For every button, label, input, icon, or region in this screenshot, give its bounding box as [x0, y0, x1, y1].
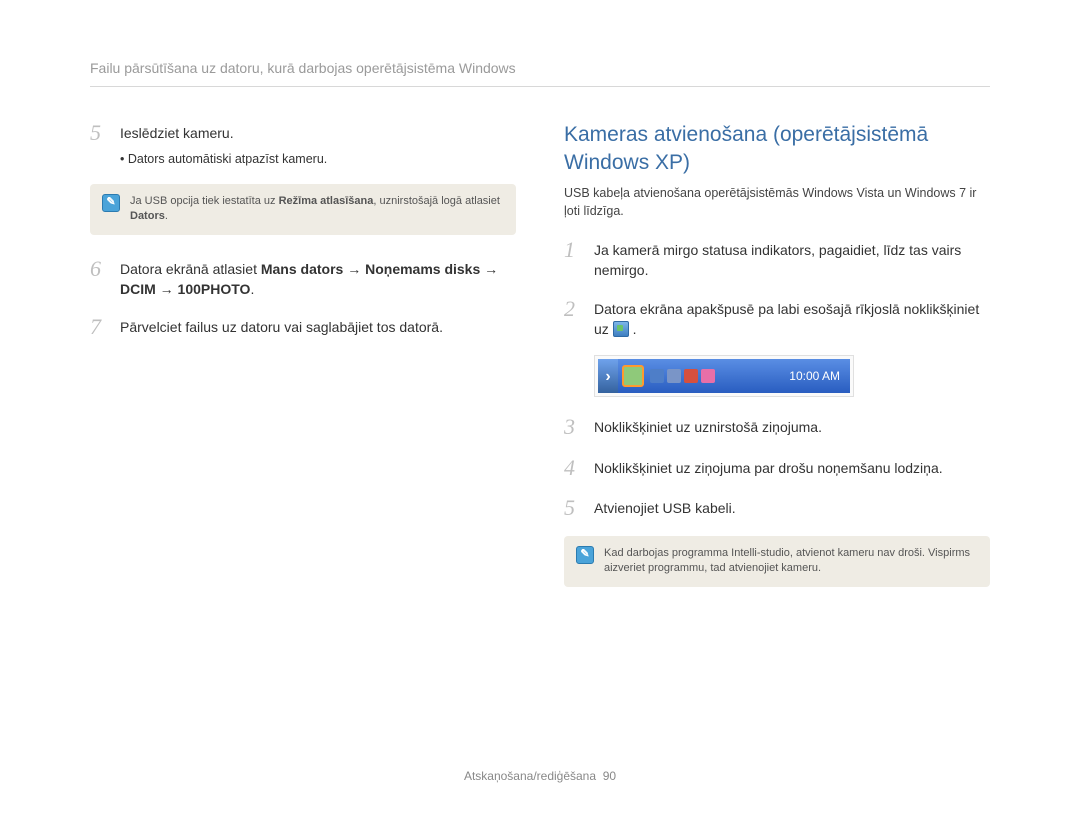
step-number: 6 — [90, 257, 110, 300]
safely-remove-icon — [613, 321, 629, 337]
step-6: 6 Datora ekrānā atlasiet Mans dators → N… — [90, 257, 516, 300]
tray-icon — [650, 369, 664, 383]
step-number: 7 — [90, 315, 110, 339]
page-header: Failu pārsūtīšana uz datoru, kurā darboj… — [90, 58, 990, 87]
step-7: 7 Pārvelciet failus uz datoru vai saglab… — [90, 315, 516, 339]
step-2: 2 Datora ekrāna apakšpusē pa labi esošaj… — [564, 297, 990, 340]
step-4: 4 Noklikšķiniet uz ziņojuma par drošu no… — [564, 456, 990, 480]
step-text: Atvienojiet USB kabeli. — [594, 496, 990, 520]
tray-icon — [667, 369, 681, 383]
step-3: 3 Noklikšķiniet uz uznirstošā ziņojuma. — [564, 415, 990, 439]
step-5: 5 Ieslēdziet kameru. Dators automātiski … — [90, 121, 516, 167]
step-number: 5 — [564, 496, 584, 520]
note-box-1: ✎ Ja USB opcija tiek iestatīta uz Režīma… — [90, 184, 516, 235]
step-number: 4 — [564, 456, 584, 480]
step-text: Datora ekrānā atlasiet Mans dators → Noņ… — [120, 257, 516, 300]
step-5-right: 5 Atvienojiet USB kabeli. — [564, 496, 990, 520]
step-text: Datora ekrāna apakšpusē pa labi esošajā … — [594, 297, 990, 340]
section-title: Kameras atvienošana (operētājsistēmā Win… — [564, 121, 990, 176]
info-icon: ✎ — [102, 194, 120, 212]
page-footer: Atskaņošana/rediģēšana 90 — [0, 768, 1080, 785]
step-1: 1 Ja kamerā mirgo statusa indikators, pa… — [564, 238, 990, 281]
note-box-2: ✎ Kad darbojas programma Intelli-studio,… — [564, 536, 990, 587]
step-text: Ieslēdziet kameru. — [120, 125, 234, 141]
tray-icon — [684, 369, 698, 383]
left-column: 5 Ieslēdziet kameru. Dators automātiski … — [90, 121, 516, 608]
step-number: 1 — [564, 238, 584, 281]
step-text: Noklikšķiniet uz uznirstošā ziņojuma. — [594, 415, 990, 439]
note-text: Kad darbojas programma Intelli-studio, a… — [604, 546, 978, 577]
tray-icons — [650, 369, 715, 383]
step-text: Ja kamerā mirgo statusa indikators, paga… — [594, 238, 990, 281]
step-text: Pārvelciet failus uz datoru vai saglabāj… — [120, 315, 516, 339]
step-number: 2 — [564, 297, 584, 340]
taskbar-clock: 10:00 AM — [789, 368, 840, 385]
tray-icon — [701, 369, 715, 383]
step-number: 3 — [564, 415, 584, 439]
footer-page-number: 90 — [603, 769, 616, 783]
step-text: Noklikšķiniet uz ziņojuma par drošu noņe… — [594, 456, 990, 480]
step-number: 5 — [90, 121, 110, 167]
step-sub: Dators automātiski atpazīst kameru. — [120, 150, 516, 168]
note-text: Ja USB opcija tiek iestatīta uz Režīma a… — [130, 194, 504, 225]
right-column: Kameras atvienošana (operētājsistēmā Win… — [564, 121, 990, 608]
taskbar-screenshot: › 10:00 AM — [594, 355, 854, 397]
taskbar-expand-icon: › — [598, 359, 618, 393]
info-icon: ✎ — [576, 546, 594, 564]
safely-remove-highlighted-icon — [622, 365, 644, 387]
section-sub: USB kabeļa atvienošana operētājsistēmās … — [564, 184, 990, 220]
footer-section: Atskaņošana/rediģēšana — [464, 769, 596, 783]
